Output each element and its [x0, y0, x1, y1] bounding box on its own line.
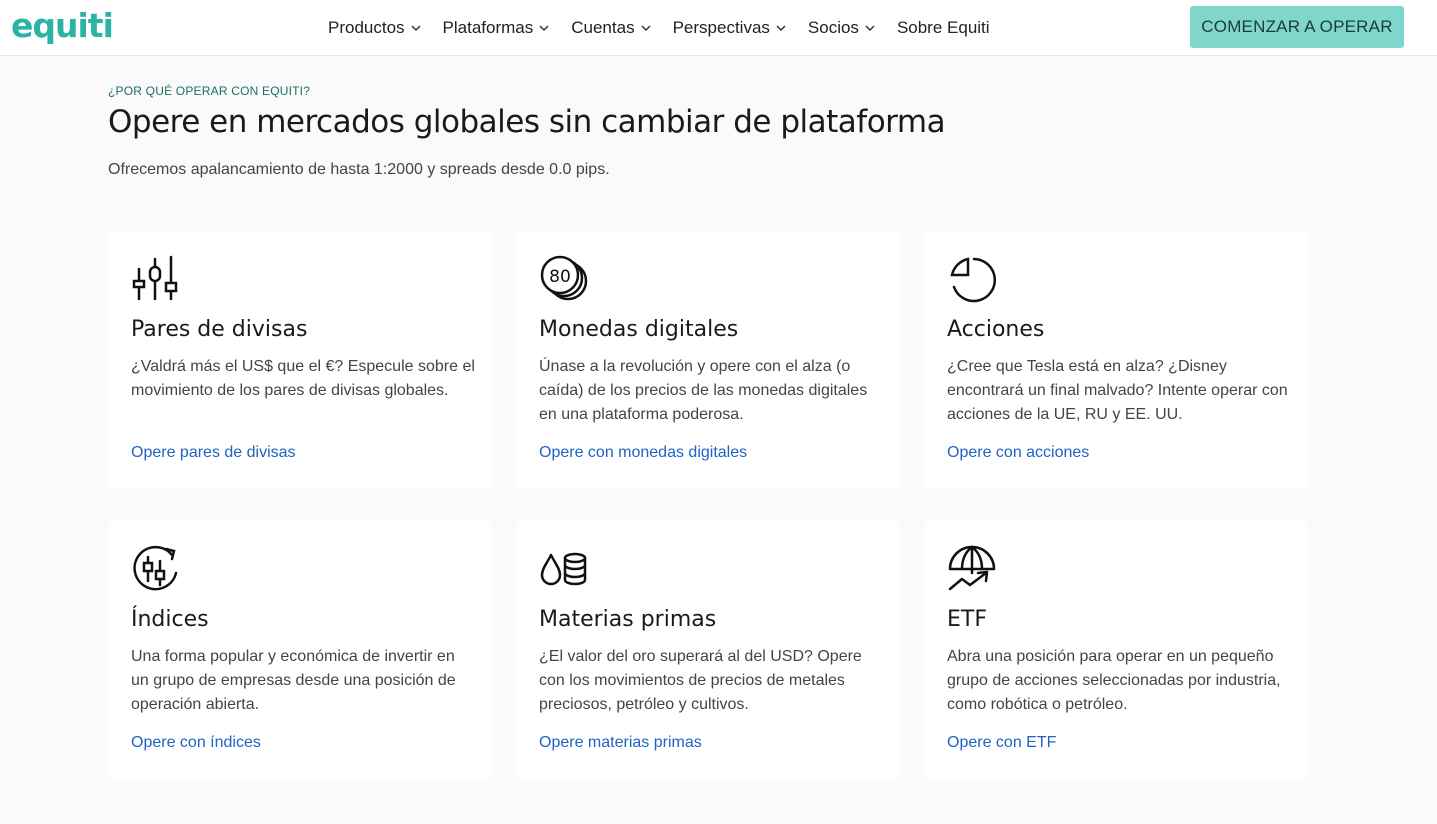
card-description: Únase a la revolución y opere con el alz… — [539, 358, 868, 423]
coin-label: 80 — [549, 267, 571, 287]
nav-plataformas[interactable]: Plataformas — [443, 18, 550, 38]
card-description: ¿Cree que Tesla está en alza? ¿Disney en… — [947, 358, 1288, 423]
pie-chart-icon — [950, 257, 996, 303]
index-cycle-icon — [133, 545, 178, 591]
card-title: Pares de divisas — [131, 317, 308, 342]
card-link[interactable]: Opere con ETF — [947, 734, 1056, 752]
card-link[interactable]: Opere con índices — [131, 734, 261, 752]
card-title: Índices — [131, 607, 209, 632]
card-description: ¿El valor del oro superará al del USD? O… — [539, 648, 862, 713]
card-link[interactable]: Opere con acciones — [947, 444, 1089, 462]
card-title: Monedas digitales — [539, 317, 739, 342]
nav-label: Socios — [807, 18, 859, 37]
chevron-down-icon — [411, 25, 421, 32]
chevron-down-icon — [641, 25, 651, 32]
coins-icon: 80 — [540, 255, 588, 301]
start-trading-button[interactable]: COMENZAR A OPERAR — [1190, 6, 1404, 48]
nav-label: Productos — [328, 18, 405, 37]
chevron-down-icon — [539, 25, 549, 32]
nav-sobre-equiti[interactable]: Sobre Equiti — [897, 18, 990, 38]
nav-productos[interactable]: Productos — [328, 18, 421, 38]
chevron-down-icon — [776, 25, 786, 32]
main-nav: Productos Plataformas Cuentas Perspectiv… — [328, 16, 1012, 40]
product-card-stocks: Acciones ¿Cree que Tesla está en alza? ¿… — [924, 231, 1308, 489]
card-link[interactable]: Opere pares de divisas — [131, 444, 296, 462]
umbrella-chart-icon — [948, 545, 996, 591]
chevron-down-icon — [865, 25, 875, 32]
nav-label: Plataformas — [442, 18, 534, 37]
card-title: Acciones — [947, 317, 1045, 342]
equiti-logo[interactable]: equiti — [11, 8, 114, 44]
drop-barrel-icon — [540, 552, 587, 586]
nav-cuentas[interactable]: Cuentas — [571, 18, 651, 38]
card-description: ¿Valdrá más el US$ que el €? Especule so… — [131, 358, 475, 399]
card-description: Abra una posición para operar en un pequ… — [947, 648, 1281, 713]
product-card-commodities: Materias primas ¿El valor del oro supera… — [516, 521, 900, 779]
nav-perspectivas[interactable]: Perspectivas — [673, 18, 786, 38]
section-title: Opere en mercados globales sin cambiar d… — [108, 104, 946, 140]
product-card-indices: Índices Una forma popular y económica de… — [108, 521, 492, 779]
card-title: ETF — [947, 607, 987, 632]
card-description: Una forma popular y económica de inverti… — [131, 648, 456, 713]
section-eyebrow: ¿POR QUÉ OPERAR CON EQUITI? — [108, 84, 311, 98]
card-title: Materias primas — [539, 607, 717, 632]
product-card-forex: Pares de divisas ¿Valdrá más el US$ que … — [108, 231, 492, 489]
card-link[interactable]: Opere con monedas digitales — [539, 444, 747, 462]
site-header: equiti Productos Plataformas Cuentas Per… — [0, 0, 1437, 56]
product-card-etf: ETF Abra una posición para operar en un … — [924, 521, 1308, 779]
card-link[interactable]: Opere materias primas — [539, 734, 702, 752]
nav-socios[interactable]: Socios — [808, 18, 875, 38]
nav-label: Sobre Equiti — [896, 18, 990, 37]
nav-label: Cuentas — [571, 18, 635, 37]
section-subtitle: Ofrecemos apalancamiento de hasta 1:2000… — [108, 161, 610, 178]
nav-label: Perspectivas — [672, 18, 770, 37]
candlestick-icon — [132, 255, 178, 301]
product-card-crypto: 80 Monedas digitales Únase a la revoluci… — [516, 231, 900, 489]
